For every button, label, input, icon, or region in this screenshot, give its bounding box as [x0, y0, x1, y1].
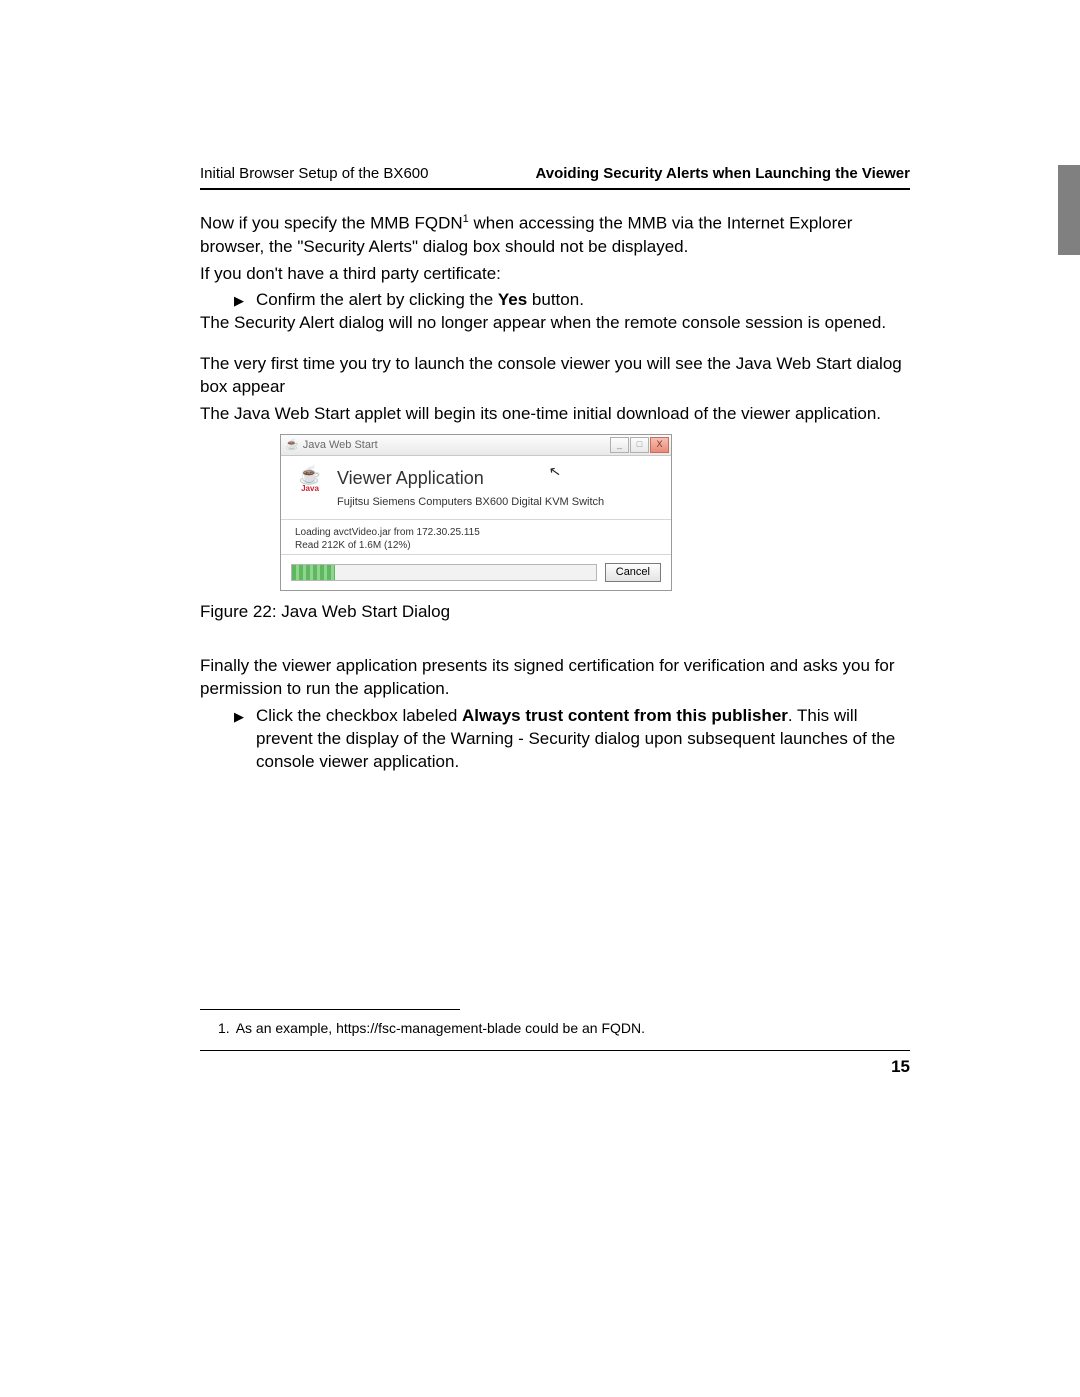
text-run: Confirm the alert by clicking the — [256, 290, 498, 309]
header-rule — [200, 188, 910, 190]
figure-java-web-start: ☕ Java Web Start _ □ X ☕ Java Viewer App… — [280, 434, 910, 591]
cursor-icon: ↖ — [548, 461, 563, 482]
progress-bar — [291, 564, 597, 581]
text-bold: Yes — [498, 290, 527, 309]
dialog-heading: Viewer Application — [337, 466, 661, 490]
dialog-footer: Cancel — [281, 554, 671, 590]
figure-caption: Figure 22: Java Web Start Dialog — [200, 601, 910, 624]
text-run: Click the checkbox labeled — [256, 706, 462, 725]
close-button[interactable]: X — [650, 437, 669, 453]
text-bold: Always trust content from this publisher — [462, 706, 788, 725]
footnote-rule — [200, 1009, 460, 1010]
header-left: Initial Browser Setup of the BX600 — [200, 165, 428, 182]
footnote: 1. As an example, https://fsc-management-… — [218, 1020, 910, 1036]
progress-fill — [292, 565, 335, 580]
dialog-title: Java Web Start — [303, 438, 610, 453]
paragraph: The very first time you try to launch th… — [200, 353, 910, 399]
dialog-header: ☕ Java Viewer Application Fujitsu Siemen… — [281, 456, 671, 520]
paragraph: If you don't have a third party certific… — [200, 263, 910, 286]
java-cup-icon: ☕ — [285, 438, 299, 453]
text-run: button. — [527, 290, 584, 309]
page-number: 15 — [200, 1051, 910, 1077]
page-header: Initial Browser Setup of the BX600 Avoid… — [200, 165, 910, 188]
java-logo-icon: ☕ Java — [295, 466, 325, 509]
status-line: Loading avctVideo.jar from 172.30.25.115 — [295, 526, 661, 539]
java-word: Java — [295, 484, 325, 495]
status-line: Read 212K of 1.6M (12%) — [295, 539, 661, 552]
bullet-text: Click the checkbox labeled Always trust … — [256, 705, 910, 774]
text-run: Now if you specify the MMB FQDN — [200, 214, 463, 233]
header-right: Avoiding Security Alerts when Launching … — [535, 165, 910, 182]
maximize-button[interactable]: □ — [630, 437, 649, 453]
dialog-subheading: Fujitsu Siemens Computers BX600 Digital … — [337, 495, 661, 510]
paragraph: The Security Alert dialog will no longer… — [200, 312, 910, 335]
footnote-text: As an example, https://fsc-management-bl… — [236, 1020, 645, 1036]
paragraph: Finally the viewer application presents … — [200, 655, 910, 701]
bullet-item: ▶ Confirm the alert by clicking the Yes … — [234, 289, 910, 312]
page-footer: 1. As an example, https://fsc-management-… — [200, 1009, 910, 1077]
paragraph: Now if you specify the MMB FQDN1 when ac… — [200, 212, 910, 259]
paragraph: The Java Web Start applet will begin its… — [200, 403, 910, 426]
minimize-button[interactable]: _ — [610, 437, 629, 453]
document-page: Initial Browser Setup of the BX600 Avoid… — [0, 0, 1080, 1397]
triangle-bullet-icon: ▶ — [234, 705, 256, 774]
dialog-status: Loading avctVideo.jar from 172.30.25.115… — [281, 520, 671, 554]
cancel-button[interactable]: Cancel — [605, 563, 661, 582]
triangle-bullet-icon: ▶ — [234, 289, 256, 312]
bullet-item: ▶ Click the checkbox labeled Always trus… — [234, 705, 910, 774]
jws-dialog: ☕ Java Web Start _ □ X ☕ Java Viewer App… — [280, 434, 672, 591]
footnote-number: 1. — [218, 1020, 230, 1036]
bullet-text: Confirm the alert by clicking the Yes bu… — [256, 289, 910, 312]
body-content: Now if you specify the MMB FQDN1 when ac… — [200, 212, 910, 774]
dialog-titlebar[interactable]: ☕ Java Web Start _ □ X — [281, 435, 671, 456]
scrollbar-thumb[interactable] — [1058, 165, 1080, 255]
